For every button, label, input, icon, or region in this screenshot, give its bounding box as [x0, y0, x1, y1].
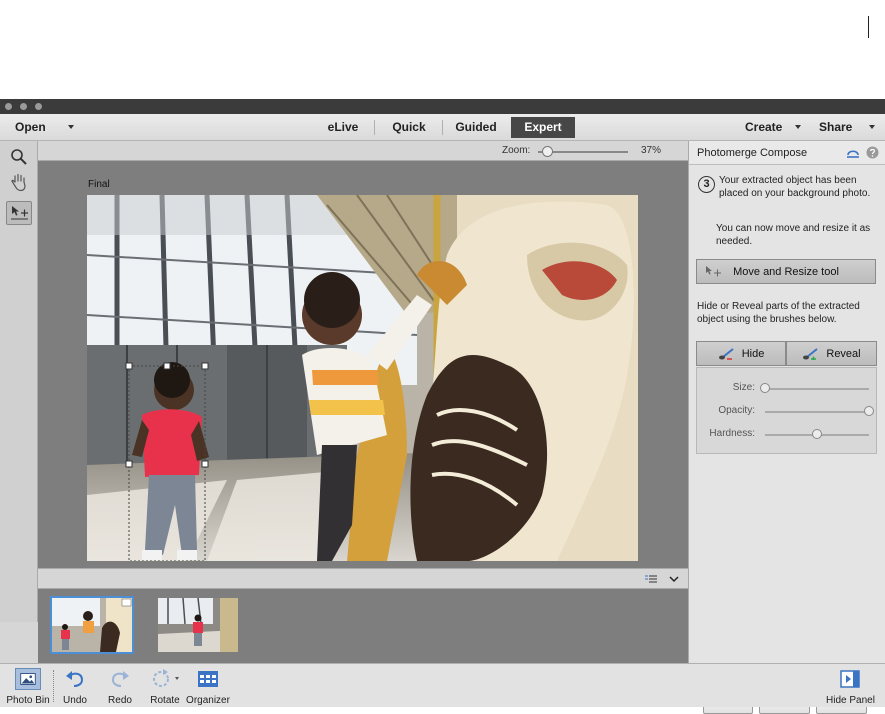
brush-settings: Size: Opacity: Hardness: — [696, 367, 877, 454]
reveal-brush-button[interactable]: Reveal — [786, 341, 877, 366]
share-dropdown-icon[interactable] — [869, 125, 875, 129]
toolbox — [0, 141, 38, 622]
hide-reveal-text: Hide or Reveal parts of the extracted ob… — [697, 301, 860, 325]
page-edge-mark — [868, 16, 869, 38]
redo-label: Redo — [108, 695, 132, 706]
photo-bin-icon — [15, 668, 41, 690]
step-number: 3 — [698, 176, 715, 193]
hide-panel-button[interactable]: Hide Panel — [826, 668, 875, 706]
reveal-label: Reveal — [826, 347, 861, 360]
size-slider-knob[interactable] — [760, 383, 770, 393]
rotate-button[interactable]: Rotate — [147, 668, 183, 706]
redo-button[interactable]: Redo — [105, 668, 135, 706]
reset-icon[interactable] — [846, 147, 860, 159]
panel-header: Photomerge Compose — [689, 141, 885, 165]
tab-quick[interactable]: Quick — [381, 117, 437, 138]
menu-bar: Open eLive Quick Guided Expert Create Sh… — [0, 114, 885, 141]
app-window: Open eLive Quick Guided Expert Create Sh… — [0, 99, 885, 714]
redo-icon — [111, 671, 129, 687]
organizer-icon — [198, 671, 218, 687]
zoom-tool[interactable] — [6, 145, 32, 169]
create-button[interactable]: Create — [745, 114, 782, 141]
opacity-slider-knob[interactable] — [864, 406, 874, 416]
move-icon — [11, 206, 28, 220]
move-tool[interactable] — [6, 201, 32, 225]
help-icon[interactable] — [866, 146, 879, 159]
taskbar-divider — [53, 670, 54, 702]
open-button[interactable]: Open — [15, 114, 46, 141]
size-slider-track[interactable] — [765, 388, 869, 390]
organizer-button[interactable]: Organizer — [186, 668, 230, 706]
photomerge-panel: Photomerge Compose 3 Your extracted obje… — [688, 141, 885, 663]
create-dropdown-icon[interactable] — [795, 125, 801, 129]
hand-tool[interactable] — [6, 170, 32, 194]
thumbnail-final[interactable] — [50, 596, 134, 654]
close-window-button[interactable] — [5, 103, 12, 110]
opacity-slider-track[interactable] — [765, 411, 869, 413]
hardness-slider-knob[interactable] — [812, 429, 822, 439]
zoom-slider-thumb[interactable] — [542, 146, 553, 157]
size-label: Size: — [732, 382, 755, 393]
move-resize-button[interactable]: Move and Resize tool — [696, 259, 876, 284]
search-icon — [11, 149, 27, 165]
child-thumbnail-image — [158, 598, 238, 652]
minimize-window-button[interactable] — [20, 103, 27, 110]
undo-button[interactable]: Undo — [60, 668, 90, 706]
rotate-icon — [153, 669, 179, 687]
brush-reveal-icon — [803, 347, 818, 360]
carousel-photo-image — [87, 195, 638, 561]
organizer-label: Organizer — [186, 695, 230, 706]
move-resize-icon — [706, 266, 721, 277]
canvas-area: Zoom: 37% Final — [38, 141, 688, 568]
zoom-label: Zoom: — [502, 145, 531, 156]
hardness-label: Hardness: — [709, 428, 755, 439]
chevron-down-icon[interactable] — [669, 575, 679, 583]
info-text: You can now move and resize it as needed… — [716, 223, 871, 247]
hide-panel-icon — [840, 670, 860, 688]
hide-brush-button[interactable]: Hide — [696, 341, 786, 366]
zoom-window-button[interactable] — [35, 103, 42, 110]
tab-divider — [374, 120, 375, 135]
brush-hide-icon — [718, 347, 734, 360]
step-text: Your extracted object has been placed on… — [719, 175, 871, 199]
hide-panel-label: Hide Panel — [826, 695, 875, 706]
opacity-label: Opacity: — [718, 405, 755, 416]
move-resize-label: Move and Resize tool — [733, 265, 839, 278]
rotate-label: Rotate — [150, 695, 180, 706]
panel-title: Photomerge Compose — [697, 147, 808, 159]
zoom-value: 37% — [641, 145, 662, 156]
zoom-bar: Zoom: 37% — [38, 141, 688, 161]
photo-bin-label: Photo Bin — [6, 695, 50, 706]
hand-icon — [11, 173, 26, 192]
photo-bin-toggle[interactable]: Photo Bin — [6, 668, 50, 706]
title-bar — [0, 99, 885, 114]
carousel-thumbnail-image — [52, 598, 132, 652]
tab-elive[interactable]: eLive — [317, 117, 369, 138]
tab-guided[interactable]: Guided — [447, 117, 505, 138]
tab-divider — [442, 120, 443, 135]
document-title: Final — [88, 179, 110, 190]
bin-options-icon[interactable] — [645, 575, 657, 583]
bottom-taskbar: Photo Bin Undo Redo Rotate Organizer Hid… — [0, 663, 885, 707]
open-dropdown-icon[interactable] — [68, 125, 74, 129]
undo-label: Undo — [63, 695, 87, 706]
thumbnail-source[interactable] — [158, 598, 238, 652]
photo-bin — [38, 589, 688, 663]
share-button[interactable]: Share — [819, 114, 852, 141]
undo-icon — [66, 671, 84, 687]
composite-photo[interactable] — [87, 195, 638, 561]
hide-label: Hide — [741, 347, 765, 360]
photo-bin-bar — [38, 568, 688, 589]
tab-expert[interactable]: Expert — [511, 117, 575, 138]
